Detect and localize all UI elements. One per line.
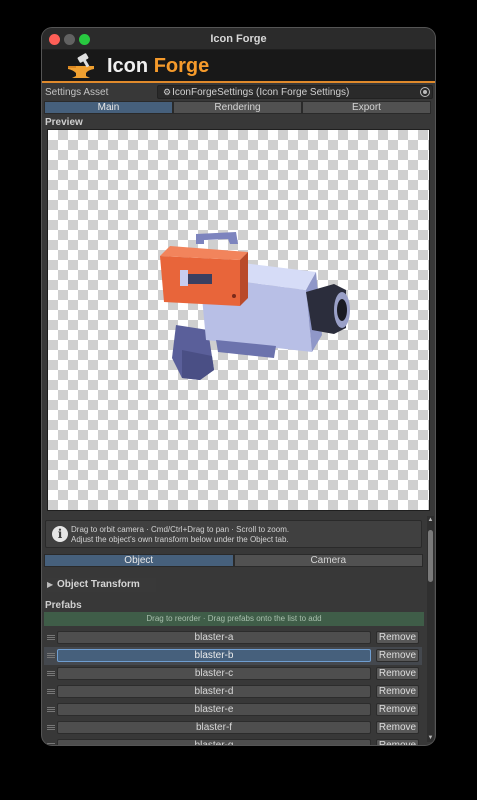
title-bar: Icon Forge: [42, 28, 435, 50]
logo-word-forge-text: Forge: [153, 55, 210, 77]
list-item: blaster-a Remove: [44, 629, 422, 647]
info-icon: i: [52, 526, 68, 542]
settings-asset-row: Settings Asset ⚙IconForgeSettings (Icon …: [42, 85, 435, 100]
list-item: blaster-b Remove: [44, 647, 422, 665]
prefab-name-field[interactable]: blaster-d: [57, 685, 371, 698]
list-item: blaster-e Remove: [44, 701, 422, 719]
help-text-line2: Adjust the object's own transform below …: [71, 535, 289, 544]
drag-handle-icon[interactable]: [47, 635, 55, 640]
preview-viewport[interactable]: [47, 129, 430, 511]
remove-button[interactable]: Remove: [376, 649, 419, 662]
prefab-name-field[interactable]: blaster-f: [57, 721, 371, 734]
remove-button[interactable]: Remove: [376, 721, 419, 734]
sub-tabs: Object Camera: [44, 554, 423, 567]
prefab-name-field[interactable]: blaster-e: [57, 703, 371, 716]
settings-asset-label: Settings Asset: [45, 87, 109, 98]
preview-label: Preview: [45, 117, 83, 128]
drag-handle-icon[interactable]: [47, 707, 55, 712]
logo-banner: Icon Forge: [42, 50, 435, 83]
prefab-name-field[interactable]: blaster-g: [57, 739, 371, 745]
window-title: Icon Forge: [210, 33, 267, 45]
remove-button[interactable]: Remove: [376, 631, 419, 644]
list-item: blaster-g Remove: [44, 737, 422, 745]
list-item: blaster-d Remove: [44, 683, 422, 701]
drag-handle-icon[interactable]: [47, 689, 55, 694]
tab-object[interactable]: Object: [44, 554, 234, 567]
foldout-arrow-icon: ▶: [47, 580, 54, 589]
object-transform-label: Object Transform: [57, 579, 140, 590]
scroll-thumb[interactable]: [428, 530, 433, 582]
main-tabs: Main Rendering Export: [44, 101, 431, 114]
prefab-name-field[interactable]: blaster-b: [57, 649, 371, 662]
tab-camera[interactable]: Camera: [233, 554, 423, 567]
scroll-down-icon[interactable]: ▼: [427, 735, 434, 741]
prefab-name-field[interactable]: blaster-a: [57, 631, 371, 644]
scrollbar[interactable]: ▲ ▼: [427, 516, 434, 742]
list-item: blaster-c Remove: [44, 665, 422, 683]
remove-button[interactable]: Remove: [376, 703, 419, 716]
prefab-name-field[interactable]: blaster-c: [57, 667, 371, 680]
tab-rendering[interactable]: Rendering: [173, 101, 302, 114]
drag-handle-icon[interactable]: [47, 743, 55, 745]
remove-button[interactable]: Remove: [376, 739, 419, 745]
icon-forge-window: Icon Forge Icon Forge Settings Asset ⚙Ic…: [42, 28, 435, 745]
tab-main[interactable]: Main: [44, 101, 173, 114]
prefab-drop-zone[interactable]: Drag to reorder · Drag prefabs onto the …: [44, 612, 424, 626]
scroll-up-icon[interactable]: ▲: [427, 517, 434, 523]
help-box: i Drag to orbit camera · Cmd/Ctrl+Drag t…: [45, 520, 422, 548]
drag-handle-icon[interactable]: [47, 671, 55, 676]
anvil-hammer-icon: [68, 53, 94, 78]
prefabs-label: Prefabs: [45, 600, 82, 611]
object-transform-foldout[interactable]: ▶ Object Transform: [46, 578, 156, 592]
settings-asset-field[interactable]: ⚙IconForgeSettings (Icon Forge Settings): [157, 85, 433, 99]
settings-asset-icon: ⚙: [163, 87, 172, 97]
tab-export[interactable]: Export: [302, 101, 431, 114]
remove-button[interactable]: Remove: [376, 685, 419, 698]
drag-handle-icon[interactable]: [47, 725, 55, 730]
logo-text: Icon Forge: [107, 55, 209, 78]
blaster-model-render: [160, 232, 350, 380]
logo-word-icon-text: Icon: [107, 55, 149, 77]
prefab-list: blaster-a Remove blaster-b Remove blaste…: [44, 629, 422, 745]
remove-button[interactable]: Remove: [376, 667, 419, 680]
list-item: blaster-f Remove: [44, 719, 422, 737]
object-picker-icon[interactable]: [420, 87, 430, 97]
help-text-line1: Drag to orbit camera · Cmd/Ctrl+Drag to …: [71, 525, 290, 534]
settings-asset-value: IconForgeSettings (Icon Forge Settings): [172, 87, 350, 98]
drag-handle-icon[interactable]: [47, 653, 55, 658]
